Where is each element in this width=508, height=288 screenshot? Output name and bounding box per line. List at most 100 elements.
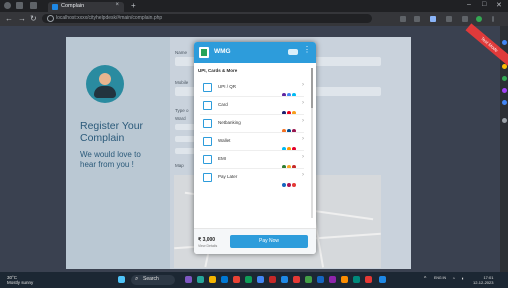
file-explorer-icon[interactable] [209,276,216,283]
language-indicator[interactable]: ENG IN [434,276,446,280]
taskbar-app-icon[interactable] [341,276,348,283]
tab-groups-icon[interactable] [30,2,37,9]
taskbar-app-icon[interactable] [305,276,312,283]
taskbar-app-icon[interactable] [365,276,372,283]
form-label-type: Type o [175,108,189,113]
sidebar-icon[interactable] [462,16,468,22]
modal-scrollbar[interactable] [311,68,313,218]
taskbar-app-icon[interactable] [281,276,288,283]
payment-option-label: UPI / QR [218,84,237,89]
close-tab-icon[interactable]: × [115,2,119,8]
payment-section-title: UPI, Cards & More [198,68,238,73]
radio-option-1[interactable] [175,124,195,130]
modal-header: WMG ⋮ [194,42,316,63]
omnibox[interactable]: localhost:xxxx/cityhelpdesk/#main/compla… [42,14,372,23]
taskbar-app-icon[interactable] [185,276,192,283]
payment-option-card[interactable]: Card › [198,98,308,115]
card-icon [203,101,212,110]
paylater-icon [203,173,212,182]
payment-option-wallet[interactable]: Wallet › [198,134,308,151]
pay-now-button[interactable]: Pay Now [230,235,308,248]
site-info-icon[interactable] [47,15,54,22]
payment-option-upi[interactable]: UPI / QR › [198,80,308,97]
payment-amount: ₹ 3,000 [198,237,216,243]
search-icon: ⌕ [135,276,139,282]
bank-icon [203,119,212,128]
paylater-logos [282,174,300,187]
emi-icon [203,155,212,164]
wallet-logos [282,138,300,151]
reload-icon[interactable]: ↻ [30,14,37,23]
payment-option-label: Card [218,102,228,107]
extension-icon[interactable] [430,16,436,22]
side-search-icon[interactable] [502,40,507,45]
close-window-button[interactable]: ✕ [496,1,502,9]
volume-icon[interactable]: ◖ [461,276,464,282]
maximize-button[interactable]: □ [482,1,486,8]
bookmark-star-icon[interactable] [414,16,420,22]
taskbar-app-icon[interactable] [353,276,360,283]
payment-modal: WMG ⋮ UPI, Cards & More UPI / QR › Card … [194,42,316,254]
taskbar-app-icon[interactable] [233,276,240,283]
view-details-link[interactable]: View Details [198,244,217,248]
merchant-name: WMG [214,48,231,55]
chevron-right-icon: › [302,82,304,88]
wallet-icon [203,137,212,146]
payment-option-netbanking[interactable]: Netbanking › [198,116,308,133]
taskbar-app-icon[interactable] [197,276,204,283]
payment-option-emi[interactable]: EMI › [198,152,308,169]
back-icon[interactable]: ← [5,14,13,23]
edge-icon[interactable] [221,276,228,283]
taskbar-app-icon[interactable] [329,276,336,283]
weather-widget[interactable]: 30°C Mostly sunny [7,275,33,285]
radio-option-3[interactable] [175,148,195,154]
browser-tab[interactable]: Complain × [48,2,124,12]
wifi-icon[interactable]: ◔ [452,276,455,282]
taskbar-clock[interactable]: 17:01 12-12-2023 [473,275,493,285]
menu-kebab-icon[interactable] [492,16,494,22]
language-toggle[interactable] [288,49,298,55]
taskbar-search[interactable]: ⌕ Search [131,275,175,285]
side-add-icon[interactable] [502,118,507,123]
modal-footer: ₹ 3,000 View Details Pay Now [194,228,316,254]
start-windows-icon[interactable] [118,276,125,283]
minimize-button[interactable]: – [467,1,471,8]
payment-option-label: Netbanking [218,120,241,125]
taskbar [0,272,508,288]
page-subheading: We would love to hear from you ! [80,150,141,169]
more-options-icon[interactable]: ⋮ [303,45,311,54]
new-tab-button[interactable]: + [131,2,136,10]
chevron-right-icon: › [302,100,304,106]
chevron-right-icon: › [302,172,304,178]
payment-option-label: Wallet [218,138,231,143]
upi-icon [203,83,212,92]
card-brand-logos [282,102,300,115]
support-avatar [86,65,124,103]
tab-search-icon[interactable] [16,2,23,9]
profile-icon[interactable] [4,2,11,9]
form-label-ward: Ward [175,116,186,121]
side-app-icon[interactable] [502,76,507,81]
side-app-icon[interactable] [502,100,507,105]
share-icon[interactable] [400,16,406,22]
payment-option-label: EMI [218,156,227,161]
chrome-icon[interactable] [257,276,264,283]
payment-option-paylater[interactable]: Pay Later › [198,170,308,187]
forward-icon[interactable]: → [18,14,26,23]
favicon-icon [52,4,58,10]
account-avatar[interactable] [476,16,482,22]
taskbar-app-icon[interactable] [293,276,300,283]
radio-option-2[interactable] [175,136,195,142]
taskbar-app-icon[interactable] [269,276,276,283]
taskbar-app-icon[interactable] [317,276,324,283]
page-heading: Register Your Complain [80,120,144,144]
side-app-icon[interactable] [502,88,507,93]
form-label-name: Name [175,50,188,55]
taskbar-app-icon[interactable] [245,276,252,283]
tray-chevron-icon[interactable]: ^ [424,276,426,282]
form-label-map: Map [175,163,184,168]
extensions-puzzle-icon[interactable] [446,16,452,22]
chevron-right-icon: › [302,136,304,142]
taskbar-app-icon[interactable] [379,276,386,283]
merchant-logo [199,47,209,58]
